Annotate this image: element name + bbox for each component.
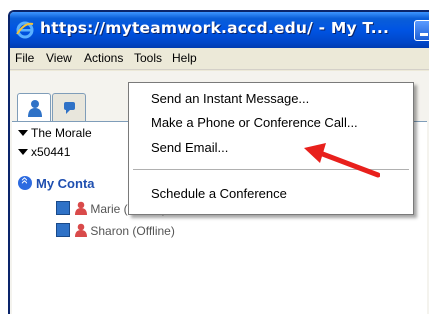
menu-bar: File View Actions Tools Help: [10, 48, 429, 70]
menu-item-send-email[interactable]: Send Email...: [151, 140, 228, 155]
title-bar[interactable]: https://myteamwork.accd.edu/ - My T...: [10, 12, 429, 48]
menu-item-schedule-conference[interactable]: Schedule a Conference: [151, 186, 287, 201]
morale-row[interactable]: The Morale: [18, 126, 92, 140]
contact-card-icon: [56, 223, 70, 237]
tab-contacts[interactable]: [17, 93, 51, 121]
contacts-group-header[interactable]: My Conta: [18, 176, 95, 191]
menu-file[interactable]: File: [15, 51, 34, 65]
tab-conversations[interactable]: [52, 93, 86, 121]
menu-actions[interactable]: Actions: [84, 51, 123, 65]
minimize-icon: [420, 33, 428, 36]
internet-explorer-icon: [16, 21, 34, 39]
expand-arrow-icon: [18, 130, 28, 136]
chat-icon: [64, 102, 75, 114]
menu-tools[interactable]: Tools: [134, 51, 162, 65]
offline-person-icon: [75, 223, 88, 237]
person-icon: [28, 100, 42, 117]
contact-card-icon: [56, 201, 70, 215]
menu-view[interactable]: View: [46, 51, 72, 65]
minimize-button[interactable]: [414, 20, 429, 41]
window-title: https://myteamwork.accd.edu/ - My T...: [40, 19, 390, 37]
contact-row[interactable]: Sharon (Offline): [56, 223, 175, 238]
collapse-icon[interactable]: [18, 176, 32, 190]
expand-arrow-icon: [18, 149, 28, 155]
extension-row[interactable]: x50441: [18, 145, 70, 159]
menu-item-make-call[interactable]: Make a Phone or Conference Call...: [151, 115, 358, 130]
offline-person-icon: [75, 201, 88, 215]
menu-help[interactable]: Help: [172, 51, 197, 65]
annotation-arrow-icon: [304, 143, 380, 178]
menu-item-send-instant-message[interactable]: Send an Instant Message...: [151, 91, 309, 106]
